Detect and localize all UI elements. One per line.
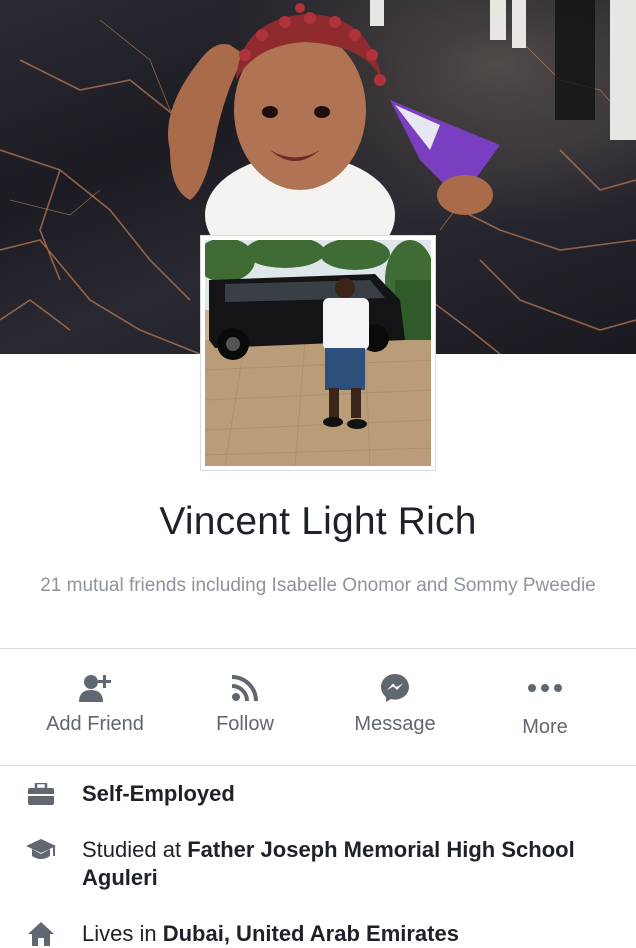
briefcase-icon <box>26 780 56 808</box>
lives-location-link[interactable]: Dubai, United Arab Emirates <box>163 921 459 946</box>
more-button[interactable]: More <box>465 668 625 739</box>
work-value: Self-Employed <box>82 781 235 806</box>
mutual-friends-text[interactable]: 21 mutual friends including Isabelle Ono… <box>40 572 596 599</box>
home-icon <box>26 920 56 948</box>
info-lives-row[interactable]: Lives in Dubai, United Arab Emirates <box>26 920 616 948</box>
follow-label: Follow <box>216 713 274 735</box>
more-dots-icon <box>465 668 625 708</box>
message-button[interactable]: Message <box>315 668 475 736</box>
graduation-cap-icon <box>26 836 56 864</box>
profile-name: Vincent Light Rich <box>159 500 477 543</box>
profile-picture-image <box>205 240 431 466</box>
info-work-text: Self-Employed <box>82 780 235 808</box>
info-work-row[interactable]: Self-Employed <box>26 780 616 808</box>
divider <box>0 648 636 649</box>
profile-picture[interactable] <box>200 235 436 471</box>
more-label: More <box>522 716 568 738</box>
messenger-icon <box>315 668 475 708</box>
info-education-row[interactable]: Studied at Father Joseph Memorial High S… <box>26 836 616 892</box>
rss-icon <box>165 668 325 708</box>
add-friend-icon <box>15 668 175 708</box>
lives-prefix: Lives in <box>82 921 163 946</box>
info-lives-text: Lives in Dubai, United Arab Emirates <box>82 920 459 948</box>
add-friend-label: Add Friend <box>46 713 144 735</box>
info-education-text: Studied at Father Joseph Memorial High S… <box>82 836 616 892</box>
follow-button[interactable]: Follow <box>165 668 325 736</box>
message-label: Message <box>354 713 436 735</box>
add-friend-button[interactable]: Add Friend <box>15 668 175 736</box>
divider <box>0 765 636 766</box>
education-prefix: Studied at <box>82 837 188 862</box>
